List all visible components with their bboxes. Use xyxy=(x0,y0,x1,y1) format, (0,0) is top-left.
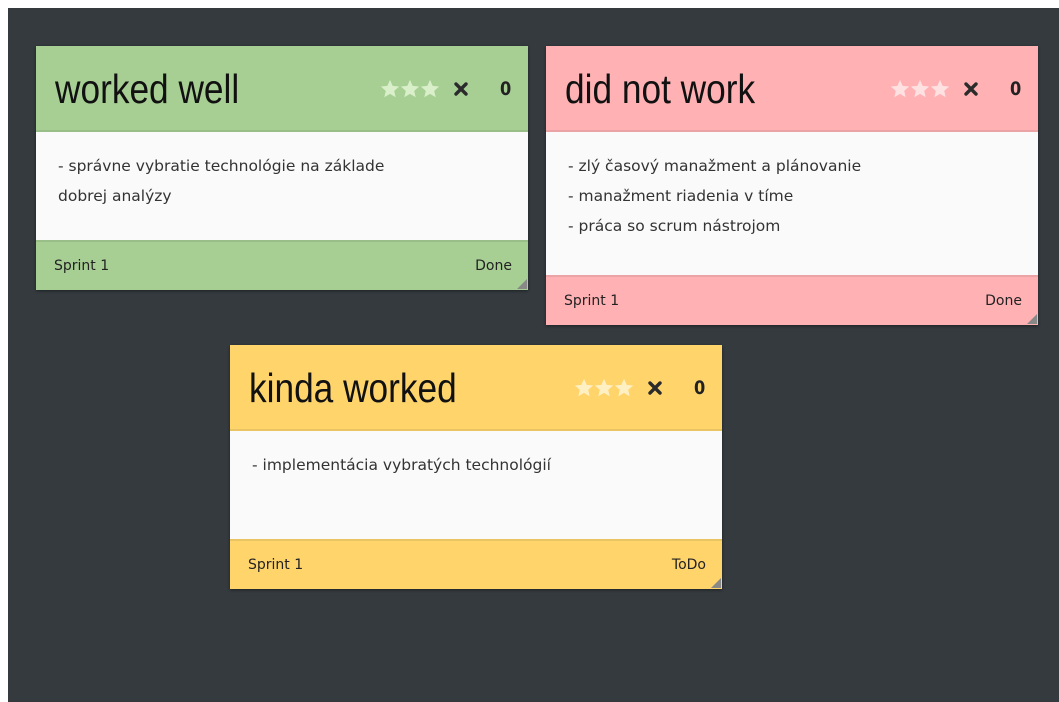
resize-handle-icon[interactable] xyxy=(1027,314,1037,324)
star-icon[interactable] xyxy=(399,78,421,100)
content-line: - manažment riadenia v tíme xyxy=(568,187,794,205)
resize-handle-icon[interactable] xyxy=(517,279,527,289)
card-footer: Sprint 1 Done xyxy=(36,240,528,290)
rating-stars[interactable] xyxy=(379,78,439,100)
card-title[interactable]: kinda worked xyxy=(249,364,457,412)
vote-count: 0 xyxy=(1009,78,1022,100)
status-label[interactable]: Done xyxy=(475,258,512,274)
vote-count: 0 xyxy=(693,377,706,399)
sprint-label: Sprint 1 xyxy=(54,258,110,274)
star-icon[interactable] xyxy=(573,377,595,399)
card-worked-well[interactable]: worked well 0 - správne vybratie technol… xyxy=(36,46,528,290)
card-header[interactable]: kinda worked 0 xyxy=(230,345,722,431)
close-icon[interactable] xyxy=(963,81,979,97)
card-kinda-worked[interactable]: kinda worked 0 - implementácia vybratých… xyxy=(230,345,722,589)
card-content[interactable]: - správne vybratie technológie na základ… xyxy=(36,132,528,240)
card-header[interactable]: did not work 0 xyxy=(546,46,1038,132)
retro-board: worked well 0 - správne vybratie technol… xyxy=(8,8,1059,702)
close-icon[interactable] xyxy=(647,380,663,396)
status-label[interactable]: ToDo xyxy=(672,557,706,573)
sprint-label: Sprint 1 xyxy=(248,557,304,573)
close-icon[interactable] xyxy=(453,81,469,97)
star-icon[interactable] xyxy=(379,78,401,100)
star-icon[interactable] xyxy=(419,78,441,100)
card-footer: Sprint 1 ToDo xyxy=(230,539,722,589)
card-header[interactable]: worked well 0 xyxy=(36,46,528,132)
sprint-label: Sprint 1 xyxy=(564,293,620,309)
card-title[interactable]: worked well xyxy=(55,65,239,113)
content-line: - zlý časový manažment a plánovanie xyxy=(568,157,862,175)
status-label[interactable]: Done xyxy=(985,293,1022,309)
star-icon[interactable] xyxy=(593,377,615,399)
card-title[interactable]: did not work xyxy=(565,65,755,113)
card-footer: Sprint 1 Done xyxy=(546,275,1038,325)
star-icon[interactable] xyxy=(909,78,931,100)
vote-count: 0 xyxy=(499,78,512,100)
resize-handle-icon[interactable] xyxy=(711,578,721,588)
card-did-not-work[interactable]: did not work 0 - zlý časový manažment a … xyxy=(546,46,1038,325)
content-line: - správne vybratie technológie na základ… xyxy=(58,157,385,175)
star-icon[interactable] xyxy=(889,78,911,100)
content-line: - práca so scrum nástrojom xyxy=(568,217,781,235)
card-content[interactable]: - zlý časový manažment a plánovanie - ma… xyxy=(546,132,1038,275)
rating-stars[interactable] xyxy=(573,377,633,399)
content-line: - implementácia vybratých technológií xyxy=(252,456,551,474)
card-content[interactable]: - implementácia vybratých technológií xyxy=(230,431,722,539)
content-line: dobrej analýzy xyxy=(58,187,172,205)
rating-stars[interactable] xyxy=(889,78,949,100)
star-icon[interactable] xyxy=(929,78,951,100)
star-icon[interactable] xyxy=(613,377,635,399)
